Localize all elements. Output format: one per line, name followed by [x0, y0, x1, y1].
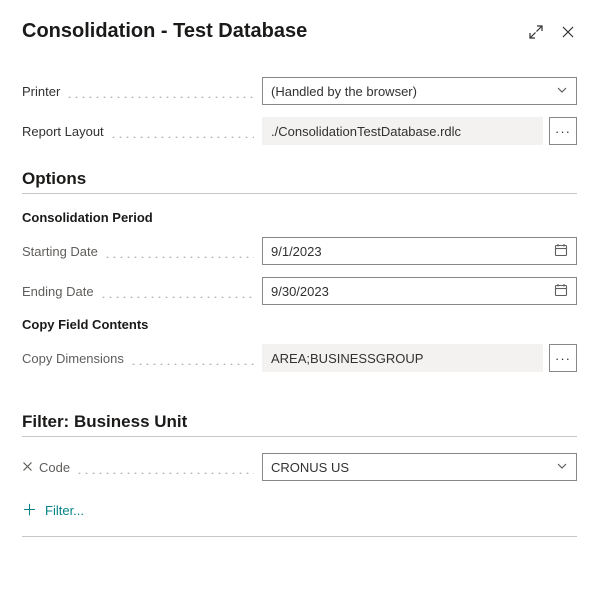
- row-filter-code: Code CRONUS US: [22, 453, 577, 481]
- expand-icon[interactable]: [527, 23, 545, 41]
- row-copy-dimensions: Copy Dimensions AREA;BUSINESSGROUP ···: [22, 344, 577, 372]
- report-layout-value: ./ConsolidationTestDatabase.rdlc: [271, 124, 461, 139]
- section-divider-filter: [22, 436, 577, 437]
- starting-date-label: Starting Date: [22, 244, 262, 259]
- filter-code-value: CRONUS US: [271, 460, 349, 475]
- row-printer: Printer (Handled by the browser): [22, 77, 577, 105]
- dialog-header: Consolidation - Test Database: [22, 20, 577, 43]
- add-filter-button[interactable]: ＋ Filter...: [22, 503, 84, 518]
- ellipsis-icon: ···: [555, 124, 571, 139]
- ellipsis-icon: ···: [555, 351, 571, 366]
- report-layout-more-button[interactable]: ···: [549, 117, 577, 145]
- ending-date-label: Ending Date: [22, 284, 262, 299]
- close-icon[interactable]: [559, 23, 577, 41]
- subheading-consolidation-period: Consolidation Period: [22, 210, 577, 225]
- printer-value: (Handled by the browser): [271, 84, 417, 99]
- section-title-filter: Filter: Business Unit: [22, 412, 577, 432]
- starting-date-input[interactable]: 9/1/2023: [262, 237, 577, 265]
- starting-date-value: 9/1/2023: [271, 244, 322, 259]
- page-title: Consolidation - Test Database: [22, 20, 307, 43]
- row-report-layout: Report Layout ./ConsolidationTestDatabas…: [22, 117, 577, 145]
- chevron-down-icon: [556, 460, 568, 475]
- copy-dimensions-value-box: AREA;BUSINESSGROUP: [262, 344, 543, 372]
- row-starting-date: Starting Date 9/1/2023: [22, 237, 577, 265]
- report-layout-label: Report Layout: [22, 124, 262, 139]
- report-layout-value-box: ./ConsolidationTestDatabase.rdlc: [262, 117, 543, 145]
- copy-dimensions-value: AREA;BUSINESSGROUP: [271, 351, 423, 366]
- ending-date-value: 9/30/2023: [271, 284, 329, 299]
- copy-dimensions-label: Copy Dimensions: [22, 351, 262, 366]
- section-divider-options: [22, 193, 577, 194]
- copy-dimensions-more-button[interactable]: ···: [549, 344, 577, 372]
- calendar-icon[interactable]: [554, 283, 568, 300]
- row-ending-date: Ending Date 9/30/2023: [22, 277, 577, 305]
- filter-code-select[interactable]: CRONUS US: [262, 453, 577, 481]
- plus-icon: ＋: [22, 503, 37, 518]
- filter-code-label: Code: [39, 460, 74, 475]
- add-filter-label: Filter...: [45, 503, 84, 518]
- section-title-options: Options: [22, 169, 577, 189]
- printer-label: Printer: [22, 84, 262, 99]
- chevron-down-icon: [556, 84, 568, 99]
- printer-select[interactable]: (Handled by the browser): [262, 77, 577, 105]
- header-actions: [527, 23, 577, 41]
- filter-code-label-cell: Code: [22, 460, 262, 475]
- section-divider-bottom: [22, 536, 577, 537]
- subheading-copy-field-contents: Copy Field Contents: [22, 317, 577, 332]
- calendar-icon[interactable]: [554, 243, 568, 260]
- ending-date-input[interactable]: 9/30/2023: [262, 277, 577, 305]
- remove-filter-icon[interactable]: [22, 460, 33, 475]
